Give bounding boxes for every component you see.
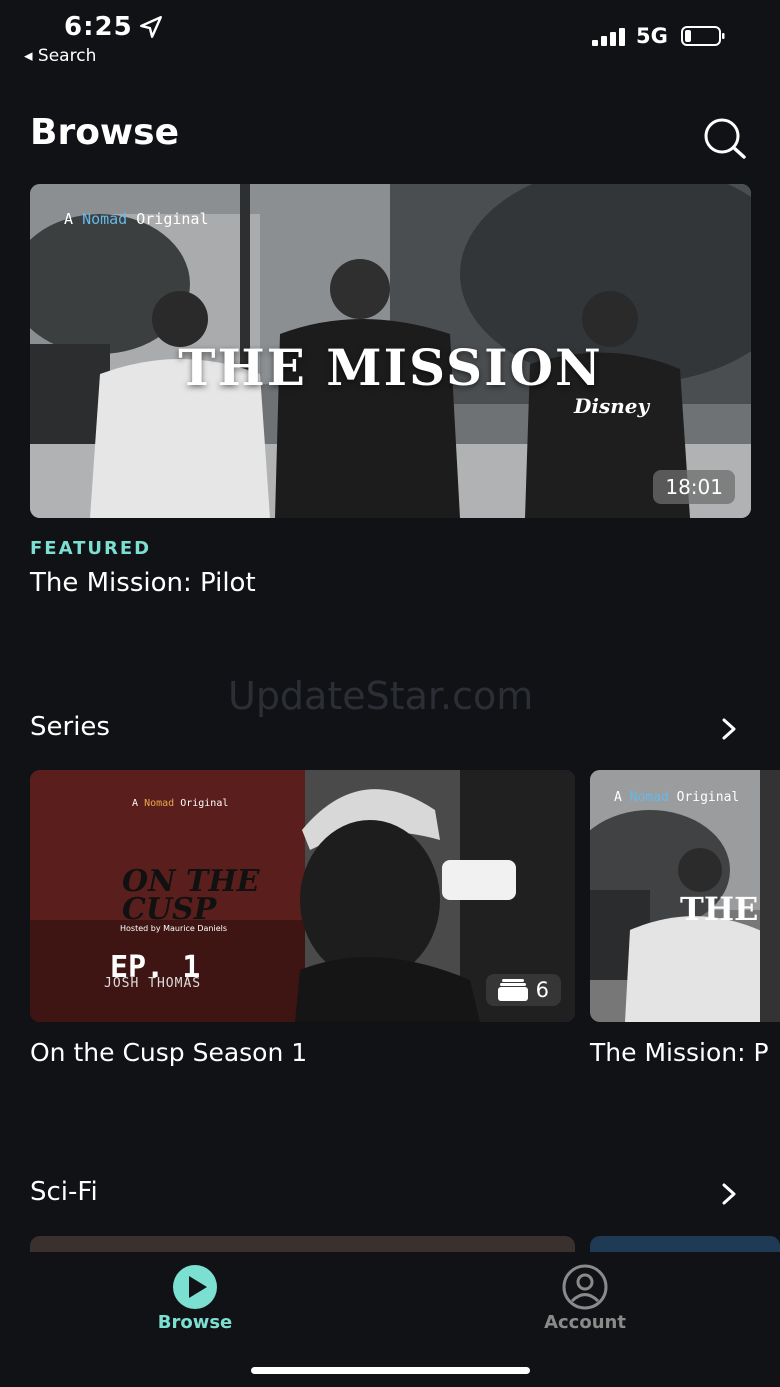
featured-logo-text: Disney [574, 394, 650, 418]
signal-icon [592, 28, 625, 46]
card-brand: A Nomad Original [132, 798, 229, 809]
account-icon [562, 1264, 608, 1310]
battery-icon [681, 26, 725, 46]
episode-count-badge: 6 [485, 974, 561, 1006]
series-card[interactable]: A Nomad Original THE [590, 770, 780, 1022]
chevron-right-icon[interactable] [718, 1183, 740, 1205]
featured-brand: A Nomad Original [64, 210, 209, 228]
card-show-title: ON THE CUSP [122, 864, 260, 927]
status-time: 6:25 [64, 12, 133, 42]
card-brand: A Nomad Original [614, 790, 740, 805]
tab-account[interactable]: Account [525, 1264, 645, 1333]
scifi-section-title: Sci-Fi [30, 1177, 98, 1207]
card-headline: THE [680, 890, 759, 928]
watermark: UpdateStar.com [228, 674, 534, 718]
location-arrow-icon [140, 16, 162, 38]
tab-label: Account [544, 1312, 626, 1333]
network-label: 5G [636, 24, 668, 48]
series-card-title[interactable]: On the Cusp Season 1 [30, 1038, 307, 1067]
series-card[interactable]: A Nomad Original ON THE CUSP Hosted by M… [30, 770, 575, 1022]
card-host: Hosted by Maurice Daniels [120, 924, 228, 933]
page-title: Browse [30, 112, 180, 153]
home-indicator [251, 1367, 530, 1374]
tab-browse[interactable]: Browse [135, 1264, 255, 1333]
featured-label: FEATURED [30, 538, 152, 559]
featured-headline: THE MISSION [178, 338, 603, 397]
search-icon[interactable] [700, 116, 748, 160]
chevron-right-icon[interactable] [718, 718, 740, 740]
featured-banner[interactable]: A Nomad Original THE MISSION Disney 18:0… [30, 184, 751, 518]
play-circle-icon [173, 1265, 217, 1309]
duration-badge: 18:01 [653, 470, 735, 504]
series-card-title[interactable]: The Mission: P [590, 1038, 769, 1067]
status-bar: 6:25 ◂ Search 5G [0, 0, 780, 80]
tab-label: Browse [157, 1312, 233, 1333]
back-to-search-link[interactable]: ◂ Search [24, 46, 96, 66]
featured-title[interactable]: The Mission: Pilot [30, 568, 256, 598]
card-guest: JOSH THOMAS [104, 976, 202, 991]
series-section-title: Series [30, 712, 110, 742]
stack-icon [497, 979, 528, 1001]
